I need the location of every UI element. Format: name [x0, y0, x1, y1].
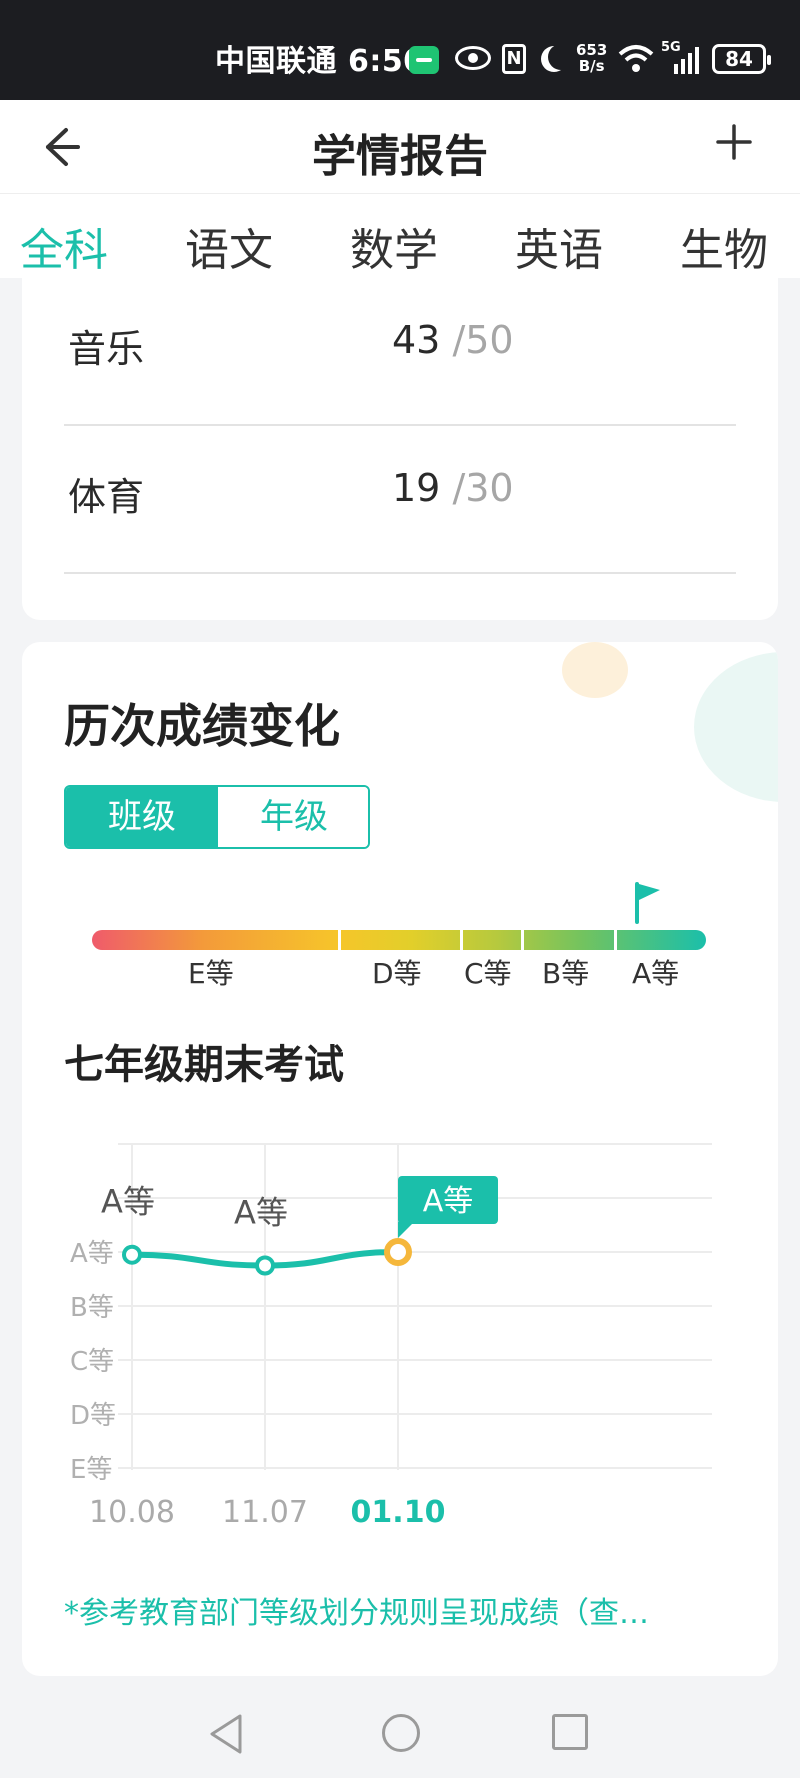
- class-toggle-button[interactable]: 班级: [66, 787, 218, 847]
- data-label: A等: [234, 1194, 288, 1232]
- scope-toggle: 班级 年级: [64, 785, 370, 849]
- network-speed: 653 B/s: [576, 42, 607, 74]
- net-speed-value: 653: [576, 41, 608, 59]
- battery-icon: 84: [712, 44, 771, 74]
- grade-label-a: A等: [632, 957, 680, 990]
- data-point: [255, 1255, 275, 1276]
- signal-icon: [674, 47, 699, 74]
- data-label: A等: [101, 1183, 155, 1221]
- x-tick-label: 01.10: [351, 1495, 446, 1530]
- subject-score: 19 /30: [392, 466, 514, 510]
- plus-icon[interactable]: [712, 120, 756, 164]
- nav-recents-icon[interactable]: [552, 1714, 588, 1750]
- wifi-icon: [618, 45, 654, 72]
- grade-separator: [338, 930, 341, 950]
- nav-back-icon[interactable]: [206, 1712, 246, 1756]
- grade-toggle-button[interactable]: 年级: [218, 787, 368, 847]
- grade-label-b: B等: [542, 957, 590, 990]
- grade-separator: [614, 930, 617, 950]
- tab-all[interactable]: 全科: [20, 214, 108, 278]
- score-max: /30: [452, 466, 514, 510]
- x-tick-label: 11.07: [222, 1495, 308, 1530]
- scores-card: 音乐 43 /50 体育 19 /30: [22, 278, 778, 620]
- grade-scale-bar: [92, 930, 706, 950]
- score-row-pe: 体育 19 /30: [64, 426, 736, 574]
- score-max: /50: [452, 318, 514, 362]
- tab-english[interactable]: 英语: [515, 214, 603, 278]
- nfc-icon: N: [502, 44, 526, 74]
- y-tick-label: D等: [70, 1401, 116, 1431]
- score-value: 19: [392, 466, 441, 510]
- subject-name: 音乐: [68, 327, 145, 371]
- section-title: 历次成绩变化: [64, 699, 340, 753]
- top-nav-bar: 学情报告: [0, 100, 800, 194]
- x-tick-label: 10.08: [89, 1495, 175, 1530]
- grade-trend-chart: A等 B等 C等 D等 E等 10.08 11.07 01.10 A等 A等 A等: [70, 1143, 712, 1530]
- tooltip-label: A等: [423, 1184, 474, 1219]
- status-bar: 中国联通 6:50 N 653 B/s 5G 84: [0, 0, 800, 100]
- data-point: [122, 1244, 142, 1265]
- subject-name: 体育: [68, 475, 145, 519]
- decorative-circle: [562, 642, 628, 698]
- carrier-time: 中国联通 6:50: [215, 44, 425, 79]
- system-nav-bar: [0, 1692, 800, 1778]
- net-speed-unit: B/s: [578, 57, 605, 75]
- score-value: 43: [392, 318, 441, 362]
- subject-tabs: 全科 语文 数学 英语 生物: [0, 194, 800, 278]
- flag-icon: [635, 882, 660, 924]
- score-row-music: 音乐 43 /50: [64, 278, 736, 426]
- tab-math[interactable]: 数学: [350, 214, 438, 278]
- grade-separator: [460, 930, 463, 950]
- page-title: 学情报告: [312, 131, 488, 182]
- tab-biology[interactable]: 生物: [680, 214, 768, 278]
- data-point-highlight: [384, 1238, 412, 1266]
- trend-card: 历次成绩变化 班级 年级 E等 D等 C等 B等 A等 七年级期末考试 A等 B等…: [22, 642, 778, 1676]
- do-not-disturb-icon: [548, 44, 574, 70]
- grade-label-e: E等: [188, 957, 234, 990]
- y-tick-label: C等: [70, 1347, 114, 1377]
- y-tick-label: B等: [70, 1293, 114, 1323]
- app-notification-icon: [409, 46, 439, 74]
- subject-score: 43 /50: [392, 318, 514, 362]
- grade-label-d: D等: [372, 957, 422, 990]
- y-tick-label: E等: [70, 1455, 112, 1485]
- grade-separator: [521, 930, 524, 950]
- tooltip-pointer: [398, 1222, 414, 1238]
- grade-label-c: C等: [464, 957, 512, 990]
- eye-comfort-icon: [455, 46, 491, 70]
- y-tick-label: A等: [70, 1239, 114, 1269]
- grading-note[interactable]: *参考教育部门等级划分规则呈现成绩（查…: [64, 1588, 649, 1632]
- exam-title: 七年级期末考试: [64, 1042, 344, 1088]
- nav-home-icon[interactable]: [382, 1714, 420, 1752]
- decorative-circle: [694, 652, 778, 802]
- tab-chinese[interactable]: 语文: [185, 214, 273, 278]
